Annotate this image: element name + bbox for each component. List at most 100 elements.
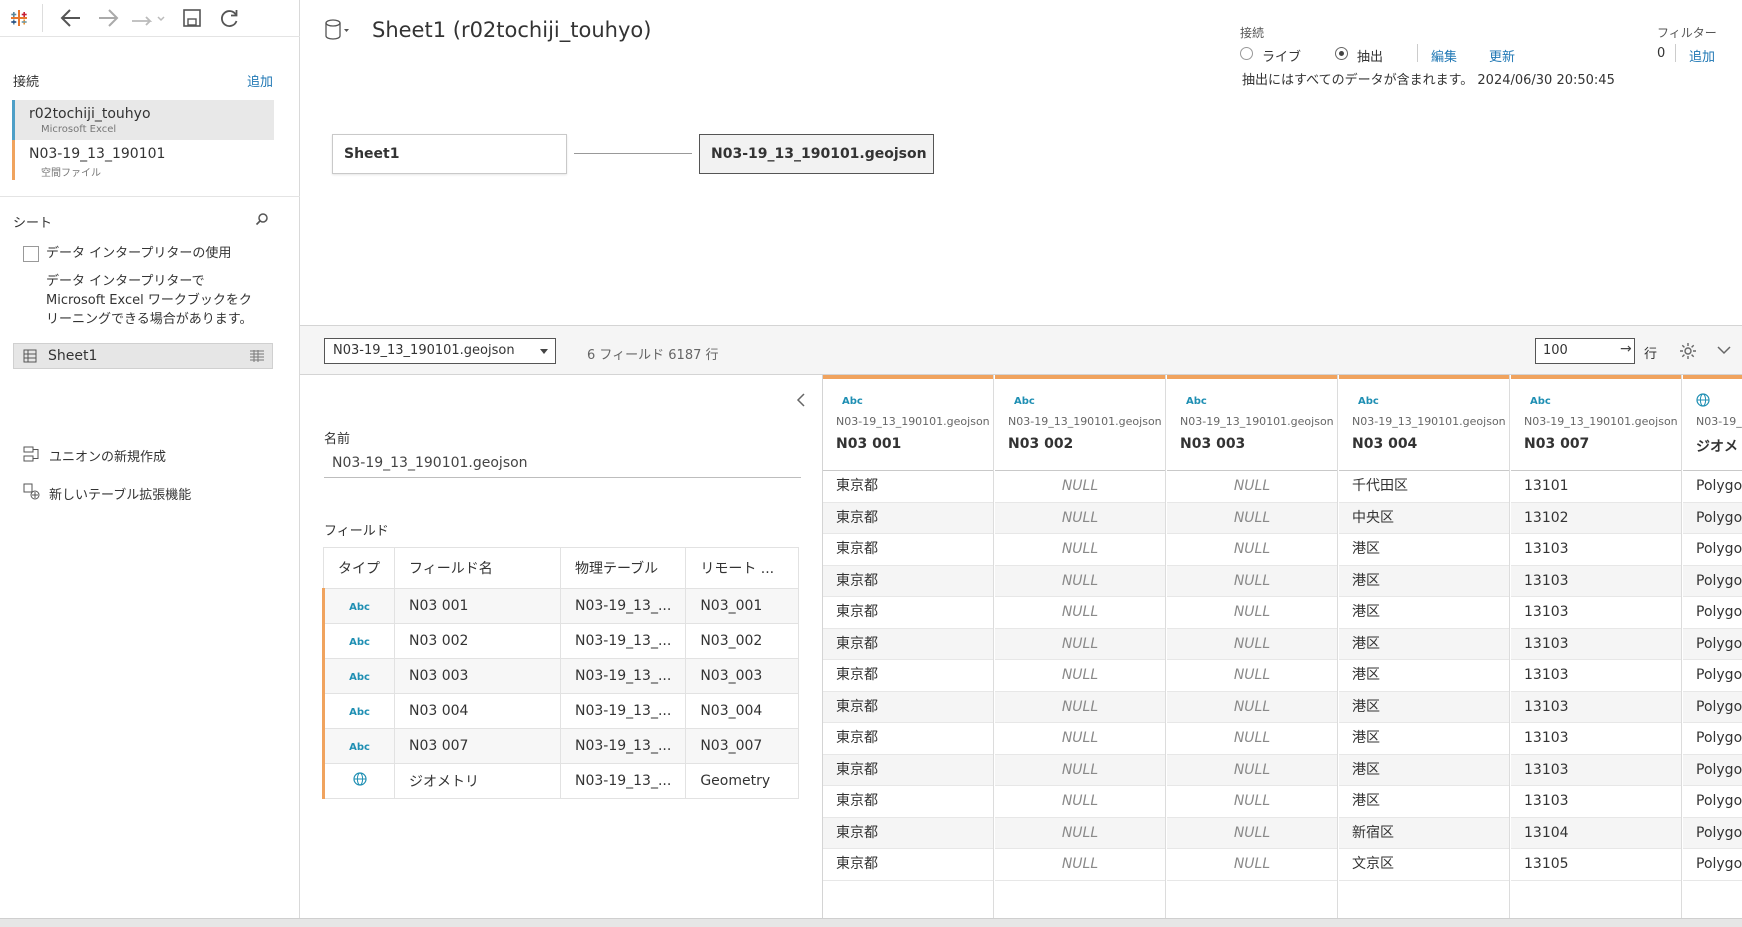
grid-cell[interactable]: NULL: [995, 597, 1165, 629]
back-icon[interactable]: [60, 8, 82, 28]
field-name[interactable]: N03 004: [394, 693, 561, 729]
rows-input[interactable]: 100 →: [1535, 338, 1635, 364]
grid-cell[interactable]: NULL: [995, 849, 1165, 881]
abc-type-icon[interactable]: Abc: [322, 623, 395, 659]
add-connection-link[interactable]: 追加: [247, 71, 273, 90]
grid-cell[interactable]: Polygo: [1683, 471, 1742, 503]
column-name[interactable]: N03 004: [1352, 436, 1417, 452]
header-physical-table[interactable]: 物理テーブル: [560, 547, 687, 589]
grid-cell[interactable]: 港区: [1339, 534, 1509, 566]
grid-cell[interactable]: 東京都: [823, 817, 993, 849]
grid-cell[interactable]: 東京都: [823, 471, 993, 503]
left-table-box[interactable]: Sheet1: [332, 134, 567, 174]
grid-cell[interactable]: 13103: [1511, 534, 1681, 566]
column-name[interactable]: ジオメ: [1696, 436, 1738, 456]
connection-item-spatial[interactable]: N03-19_13_190101 空間ファイル: [12, 140, 274, 180]
field-name[interactable]: N03 003: [394, 658, 561, 694]
column-header[interactable]: Abc N03-19_13_190101.geojson N03 004: [1339, 375, 1509, 471]
grid-cell[interactable]: Polygo: [1683, 565, 1742, 597]
grid-cell[interactable]: 13103: [1511, 597, 1681, 629]
field-row[interactable]: Abc N03 004 N03-19_13_... N03_004: [322, 693, 800, 729]
field-name[interactable]: N03 001: [394, 588, 561, 624]
grid-cell[interactable]: Polygo: [1683, 723, 1742, 755]
header-type[interactable]: タイプ: [323, 547, 395, 589]
grid-cell[interactable]: 港区: [1339, 565, 1509, 597]
arrow-right-icon[interactable]: →: [1620, 341, 1632, 357]
grid-cell[interactable]: NULL: [1167, 786, 1337, 818]
redo-icon[interactable]: [130, 9, 166, 27]
grid-cell[interactable]: NULL: [995, 723, 1165, 755]
grid-cell[interactable]: 13103: [1511, 786, 1681, 818]
column-header[interactable]: Abc N03-19_13_190101.geojson N03 003: [1167, 375, 1337, 471]
field-name[interactable]: N03 007: [394, 728, 561, 764]
new-table-extension-link[interactable]: 新しいテーブル拡張機能: [49, 484, 191, 503]
grid-cell[interactable]: 東京都: [823, 723, 993, 755]
grid-cell[interactable]: 港区: [1339, 691, 1509, 723]
chevron-down-icon[interactable]: [1717, 345, 1731, 355]
grid-cell[interactable]: NULL: [1167, 754, 1337, 786]
abc-type-icon[interactable]: Abc: [1014, 396, 1035, 407]
sheet-item[interactable]: Sheet1: [13, 343, 273, 369]
grid-cell[interactable]: NULL: [995, 565, 1165, 597]
grid-cell[interactable]: NULL: [995, 628, 1165, 660]
abc-type-icon[interactable]: Abc: [842, 396, 863, 407]
grid-cell[interactable]: 東京都: [823, 786, 993, 818]
forward-icon[interactable]: [97, 8, 119, 28]
field-row[interactable]: Abc N03 001 N03-19_13_... N03_001: [322, 588, 800, 624]
grid-cell[interactable]: Polygo: [1683, 660, 1742, 692]
grid-cell[interactable]: 13103: [1511, 628, 1681, 660]
grid-cell[interactable]: 13104: [1511, 817, 1681, 849]
grid-cell[interactable]: Polygo: [1683, 691, 1742, 723]
new-union-link[interactable]: ユニオンの新規作成: [49, 446, 166, 465]
column-name[interactable]: N03 003: [1180, 436, 1245, 452]
gear-icon[interactable]: [1679, 342, 1697, 360]
page-title[interactable]: Sheet1 (r02tochiji_touhyo): [372, 18, 651, 42]
field-row[interactable]: Abc N03 007 N03-19_13_... N03_007: [322, 728, 800, 764]
grid-cell[interactable]: 東京都: [823, 502, 993, 534]
add-filter-link[interactable]: 追加: [1689, 46, 1715, 65]
grid-cell[interactable]: Polygo: [1683, 817, 1742, 849]
name-value[interactable]: N03-19_13_190101.geojson: [332, 455, 528, 471]
grid-cell[interactable]: 港区: [1339, 597, 1509, 629]
grid-cell[interactable]: NULL: [1167, 628, 1337, 660]
abc-type-icon[interactable]: Abc: [1358, 396, 1379, 407]
column-name[interactable]: N03 002: [1008, 436, 1073, 452]
grid-cell[interactable]: Polygo: [1683, 786, 1742, 818]
globe-type-icon[interactable]: [322, 763, 395, 799]
grid-cell[interactable]: 13103: [1511, 565, 1681, 597]
grid-cell[interactable]: 港区: [1339, 754, 1509, 786]
grid-cell[interactable]: NULL: [1167, 723, 1337, 755]
refresh-icon[interactable]: [218, 7, 240, 29]
field-row[interactable]: ジオメトリ N03-19_13_... Geometry: [322, 763, 800, 799]
grid-cell[interactable]: 東京都: [823, 849, 993, 881]
grid-cell[interactable]: NULL: [995, 660, 1165, 692]
column-name[interactable]: N03 007: [1524, 436, 1589, 452]
grid-cell[interactable]: NULL: [1167, 471, 1337, 503]
right-table-box[interactable]: N03-19_13_190101.geojson: [699, 134, 934, 174]
datasource-icon[interactable]: [324, 19, 350, 41]
table-select[interactable]: N03-19_13_190101.geojson: [324, 338, 556, 364]
column-name[interactable]: N03 001: [836, 436, 901, 452]
grid-cell[interactable]: 港区: [1339, 723, 1509, 755]
search-icon[interactable]: [255, 212, 269, 226]
grid-cell[interactable]: NULL: [1167, 849, 1337, 881]
abc-type-icon[interactable]: Abc: [322, 658, 395, 694]
grid-cell[interactable]: 東京都: [823, 597, 993, 629]
live-radio[interactable]: [1240, 47, 1253, 60]
grid-cell[interactable]: 13101: [1511, 471, 1681, 503]
grid-cell[interactable]: 13103: [1511, 660, 1681, 692]
grid-cell[interactable]: NULL: [995, 817, 1165, 849]
grid-cell[interactable]: 千代田区: [1339, 471, 1509, 503]
grid-cell[interactable]: Polygo: [1683, 628, 1742, 660]
sheet-grid-icon[interactable]: [250, 350, 264, 362]
grid-cell[interactable]: NULL: [1167, 691, 1337, 723]
grid-cell[interactable]: NULL: [995, 502, 1165, 534]
grid-cell[interactable]: NULL: [1167, 565, 1337, 597]
grid-cell[interactable]: 13105: [1511, 849, 1681, 881]
column-header[interactable]: N03-19_ ジオメ: [1683, 375, 1742, 471]
tableau-logo-icon[interactable]: [10, 9, 28, 27]
column-header[interactable]: Abc N03-19_13_190101.geojson N03 002: [995, 375, 1165, 471]
grid-cell[interactable]: 港区: [1339, 628, 1509, 660]
grid-cell[interactable]: NULL: [995, 786, 1165, 818]
field-row[interactable]: Abc N03 003 N03-19_13_... N03_003: [322, 658, 800, 694]
